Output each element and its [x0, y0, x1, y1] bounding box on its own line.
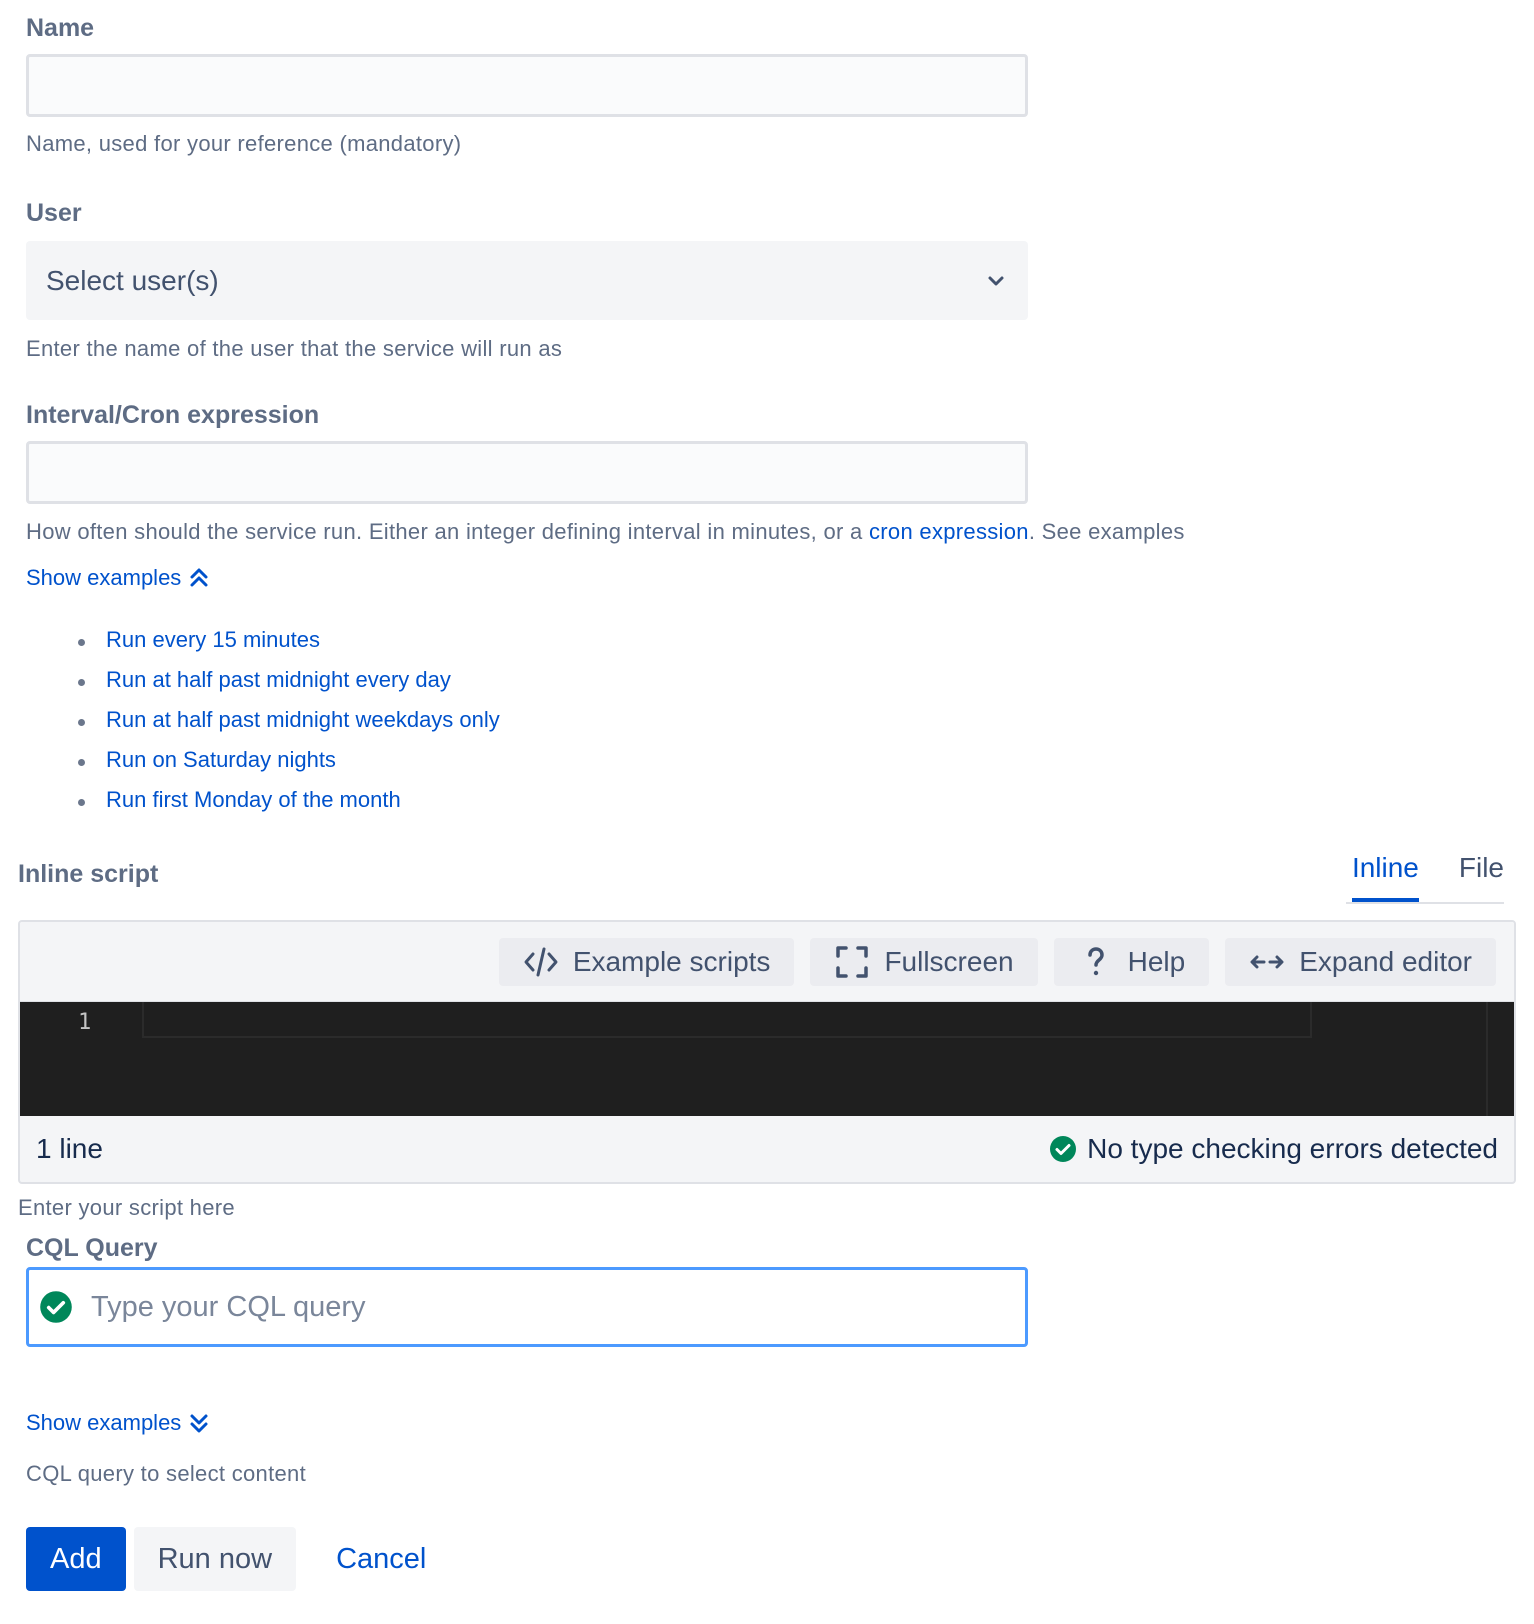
expand-editor-label: Expand editor — [1299, 945, 1472, 977]
interval-help-text: How often should the service run. Either… — [26, 519, 1185, 545]
show-examples-label: Show examples — [26, 565, 182, 590]
run-now-button[interactable]: Run now — [133, 1527, 297, 1591]
code-area[interactable]: 1 — [20, 1002, 1514, 1116]
user-help-text: Enter the name of the user that the serv… — [26, 336, 563, 361]
user-select-placeholder: Select user(s) — [46, 264, 219, 296]
example-scripts-button[interactable]: Example scripts — [498, 937, 795, 986]
name-input[interactable] — [26, 54, 1028, 117]
line-number: 1 — [78, 1010, 92, 1035]
chevron-down-icon — [988, 276, 1004, 285]
tab-inline[interactable]: Inline — [1351, 852, 1419, 902]
cql-show-examples-toggle[interactable]: Show examples — [26, 1410, 209, 1436]
example-scripts-label: Example scripts — [572, 945, 771, 977]
cql-show-examples-label: Show examples — [26, 1410, 182, 1435]
form-actions: Add Run now Cancel — [26, 1527, 450, 1591]
type-check-status: No type checking errors detected — [1049, 1133, 1498, 1165]
add-button[interactable]: Add — [26, 1527, 126, 1591]
name-help-text: Name, used for your reference (mandatory… — [26, 131, 462, 156]
chevron-double-down-icon — [190, 1414, 208, 1433]
chevron-double-up-icon — [190, 568, 208, 587]
success-check-icon — [1050, 1136, 1077, 1162]
editor-scrollbar[interactable] — [1486, 1002, 1488, 1116]
editor-status-bar: 1 line No type checking errors detected — [20, 1116, 1514, 1182]
example-link-every-15-minutes[interactable]: Run every 15 minutes — [78, 627, 500, 667]
example-link-half-past-midnight-daily[interactable]: Run at half past midnight every day — [78, 667, 500, 707]
cql-label: CQL Query — [26, 1234, 158, 1262]
show-examples-toggle[interactable]: Show examples — [26, 565, 209, 591]
user-select[interactable]: Select user(s) — [26, 241, 1028, 320]
expand-editor-button[interactable]: Expand editor — [1225, 937, 1496, 986]
help-label: Help — [1127, 945, 1186, 977]
example-link-first-monday[interactable]: Run first Monday of the month — [78, 787, 500, 827]
script-help-text: Enter your script here — [18, 1195, 235, 1220]
tab-file[interactable]: File — [1459, 852, 1504, 902]
expand-horizontal-icon — [1250, 955, 1284, 968]
inline-script-label: Inline script — [18, 860, 159, 888]
current-line-highlight — [142, 1002, 1312, 1038]
line-count: 1 line — [36, 1133, 103, 1164]
fullscreen-icon — [836, 945, 869, 978]
name-label: Name — [26, 14, 95, 42]
cql-query-input[interactable] — [91, 1290, 1025, 1324]
interval-label: Interval/Cron expression — [26, 401, 320, 429]
editor-toolbar: Example scripts Fullscreen Help Expand e… — [20, 922, 1514, 1002]
cql-help-text: CQL query to select content — [26, 1461, 306, 1486]
cron-examples-list: Run every 15 minutes Run at half past mi… — [78, 627, 500, 827]
interval-input[interactable] — [26, 441, 1028, 504]
fullscreen-button[interactable]: Fullscreen — [810, 937, 1038, 986]
cql-field — [26, 1267, 1028, 1347]
help-button[interactable]: Help — [1053, 937, 1210, 986]
user-label: User — [26, 199, 82, 227]
interval-help-prefix: How often should the service run. Either… — [26, 519, 869, 544]
example-link-half-past-midnight-weekdays[interactable]: Run at half past midnight weekdays only — [78, 707, 500, 747]
type-check-text: No type checking errors detected — [1087, 1133, 1498, 1164]
question-mark-icon — [1087, 946, 1104, 975]
fullscreen-label: Fullscreen — [884, 945, 1014, 977]
cancel-button[interactable]: Cancel — [304, 1527, 450, 1591]
script-editor: Example scripts Fullscreen Help Expand e… — [18, 920, 1516, 1184]
script-source-tabs: Inline File — [1351, 852, 1504, 902]
example-link-saturday-nights[interactable]: Run on Saturday nights — [78, 747, 500, 787]
tabs-underline — [1346, 902, 1504, 904]
interval-help-suffix: . See examples — [1028, 519, 1185, 544]
valid-check-icon — [40, 1291, 72, 1323]
code-icon — [524, 947, 558, 976]
cron-expression-link[interactable]: cron expression — [869, 519, 1029, 544]
